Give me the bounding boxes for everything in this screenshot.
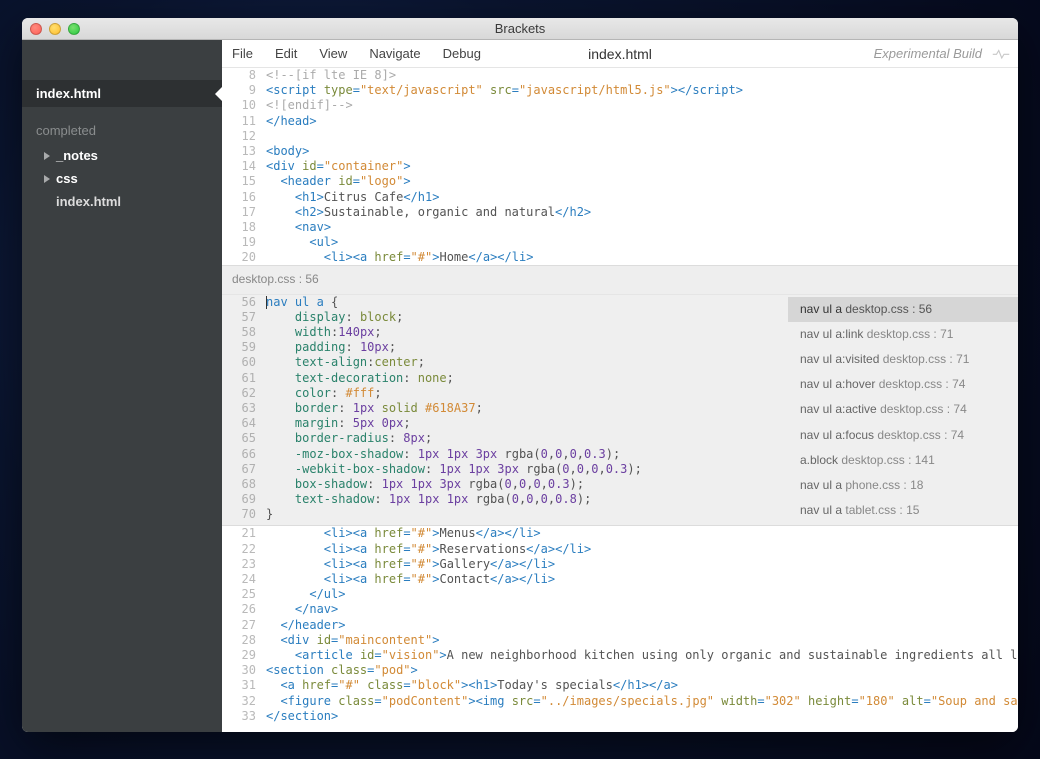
sidebar-item-label: css (56, 171, 78, 186)
rule-selector: nav ul a:visited (800, 352, 879, 366)
rule-location: desktop.css : 74 (880, 402, 967, 416)
rule-location: desktop.css : 141 (841, 453, 934, 467)
rule-selector: nav ul a (800, 503, 842, 517)
rule-selector: nav ul a:link (800, 327, 863, 341)
menu-debug[interactable]: Debug (443, 46, 481, 61)
gutter: 21222324252627282930313233 (222, 526, 266, 723)
chevron-right-icon (44, 175, 50, 183)
sidebar-item-css[interactable]: css (22, 167, 222, 190)
code-area[interactable]: <li><a href="#">Menus</a></li> <li><a hr… (266, 526, 1018, 723)
inline-editor-header[interactable]: desktop.css : 56 (222, 265, 1018, 294)
rule-item[interactable]: nav ul a:visited desktop.css : 71 (788, 347, 1018, 372)
editor-lower[interactable]: 21222324252627282930313233 <li><a href="… (222, 526, 1018, 723)
gutter: 565758596061626364656667686970 (222, 295, 266, 526)
sidebar: index.html completed _notescss index.html (22, 40, 222, 732)
rule-selector: nav ul a:focus (800, 428, 874, 442)
close-window-icon[interactable] (30, 23, 42, 35)
rule-selector: nav ul a (800, 302, 842, 316)
current-file-label: index.html (588, 46, 652, 62)
sidebar-item-_notes[interactable]: _notes (22, 144, 222, 167)
rule-item[interactable]: nav ul a phone.css : 18 (788, 473, 1018, 498)
titlebar[interactable]: Brackets (22, 18, 1018, 40)
rule-item[interactable]: nav ul a:hover desktop.css : 74 (788, 372, 1018, 397)
inline-editor: 565758596061626364656667686970 nav ul a … (222, 295, 1018, 527)
main-pane: File Edit View Navigate Debug index.html Exp… (222, 40, 1018, 732)
menu-navigate[interactable]: Navigate (369, 46, 420, 61)
rule-selector: nav ul a (800, 478, 842, 492)
build-label: Experimental Build (874, 46, 982, 61)
chevron-right-icon (44, 152, 50, 160)
menu-view[interactable]: View (319, 46, 347, 61)
rule-item[interactable]: nav ul a tablet.css : 15 (788, 498, 1018, 523)
rule-item[interactable]: nav ul a:active desktop.css : 74 (788, 397, 1018, 422)
editor-upper[interactable]: 891011121314151617181920 <!--[if lte IE … (222, 68, 1018, 265)
app-body: index.html completed _notescssindex.html… (22, 40, 1018, 732)
rule-item[interactable]: nav ul a:focus desktop.css : 74 (788, 423, 1018, 448)
project-label[interactable]: completed (22, 107, 222, 144)
menus: File Edit View Navigate Debug (230, 46, 481, 61)
rule-location: desktop.css : 74 (879, 377, 966, 391)
rule-location: desktop.css : 56 (845, 302, 932, 316)
menu-edit[interactable]: Edit (275, 46, 297, 61)
zoom-window-icon[interactable] (68, 23, 80, 35)
rule-location: phone.css : 18 (845, 478, 923, 492)
rule-selector: a.block (800, 453, 838, 467)
traffic-lights (30, 23, 80, 35)
rule-item[interactable]: a.block desktop.css : 141 (788, 448, 1018, 473)
rule-item[interactable]: nav ul a:link desktop.css : 71 (788, 322, 1018, 347)
sidebar-item-label: _notes (56, 148, 98, 163)
menubar: File Edit View Navigate Debug index.html Exp… (222, 40, 1018, 68)
rule-location: desktop.css : 74 (877, 428, 964, 442)
code-editor[interactable]: 891011121314151617181920 <!--[if lte IE … (222, 68, 1018, 732)
rule-location: desktop.css : 71 (867, 327, 954, 341)
rule-selector: nav ul a:hover (800, 377, 875, 391)
gutter: 891011121314151617181920 (222, 68, 266, 265)
rule-location: tablet.css : 15 (845, 503, 919, 517)
code-area[interactable]: nav ul a { display: block; width:140px; … (266, 295, 788, 526)
window-title: Brackets (495, 21, 546, 36)
minimize-window-icon[interactable] (49, 23, 61, 35)
menu-file[interactable]: File (232, 46, 253, 61)
rule-item[interactable]: nav ul a desktop.css : 56 (788, 297, 1018, 322)
activity-icon (992, 48, 1010, 60)
code-area[interactable]: <!--[if lte IE 8]><script type="text/jav… (266, 68, 1018, 265)
app-window: Brackets index.html completed _notescssi… (22, 18, 1018, 732)
sidebar-item-index-html[interactable]: index.html (22, 190, 222, 213)
rule-location: desktop.css : 71 (883, 352, 970, 366)
sidebar-item-label: index.html (56, 194, 121, 209)
rule-list: nav ul a desktop.css : 56nav ul a:link d… (788, 295, 1018, 526)
working-file[interactable]: index.html (22, 80, 222, 107)
rule-selector: nav ul a:active (800, 402, 877, 416)
status-area: Experimental Build (874, 46, 1010, 61)
